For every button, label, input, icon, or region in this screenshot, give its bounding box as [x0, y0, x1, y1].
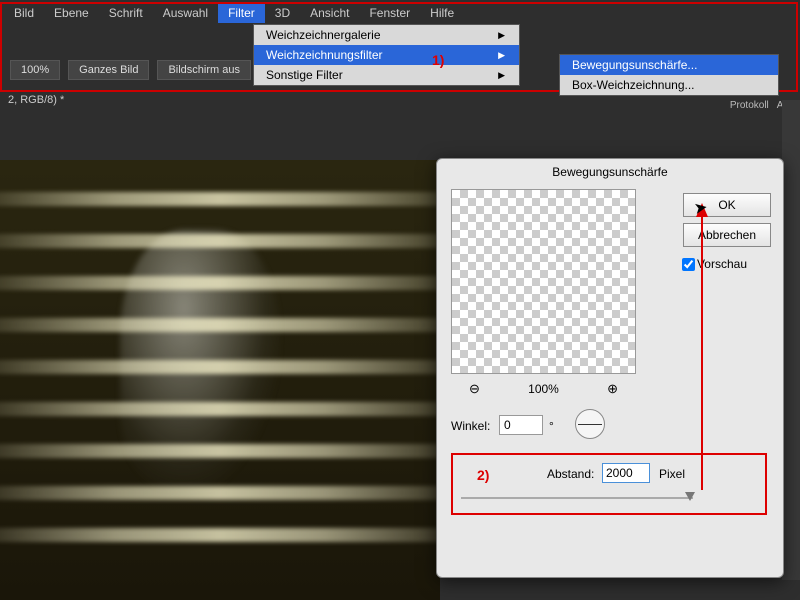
menu-item-sonstige-filter[interactable]: Sonstige Filter ▶: [254, 65, 519, 85]
menu-hilfe[interactable]: Hilfe: [420, 3, 464, 23]
distance-input[interactable]: [602, 463, 650, 483]
options-bar: 100% Ganzes Bild Bildschirm aus: [10, 60, 251, 80]
menu-ebene[interactable]: Ebene: [44, 3, 99, 23]
angle-wheel[interactable]: [575, 409, 605, 439]
menu-item-label: Sonstige Filter: [266, 68, 343, 82]
light-streak: [0, 360, 440, 374]
menu-bar: Bild Ebene Schrift Auswahl Filter 3D Ans…: [0, 2, 800, 24]
menu-item-weichzeichnergalerie[interactable]: Weichzeichnergalerie ▶: [254, 25, 519, 45]
canvas[interactable]: [0, 160, 440, 600]
motion-blur-dialog: Bewegungsunschärfe ⊖ 100% ⊕ Winkel: ° 2)…: [436, 158, 784, 578]
menu-3d[interactable]: 3D: [265, 3, 300, 23]
menu-item-label: Weichzeichnergalerie: [266, 28, 381, 42]
preview-checkbox-label: Vorschau: [697, 257, 747, 271]
light-streak: [0, 486, 440, 500]
fill-screen-button[interactable]: Bildschirm aus: [157, 60, 251, 80]
preview-area[interactable]: [451, 189, 636, 374]
angle-degree-symbol: °: [549, 419, 554, 433]
menu-item-weichzeichnungsfilter[interactable]: Weichzeichnungsfilter ▶: [254, 45, 519, 65]
zoom-in-icon[interactable]: ⊕: [607, 381, 618, 397]
menu-item-label: Weichzeichnungsfilter: [266, 48, 383, 62]
distance-slider-track[interactable]: [461, 497, 693, 499]
distance-slider-thumb[interactable]: [685, 492, 695, 501]
menu-item-label: Box-Weichzeichnung...: [572, 78, 695, 92]
annotation-2: 2): [477, 467, 489, 483]
menu-item-bewegungsunschaerfe[interactable]: Bewegungsunschärfe...: [560, 55, 778, 75]
blur-submenu: Bewegungsunschärfe... Box-Weichzeichnung…: [559, 54, 779, 96]
angle-input[interactable]: [499, 415, 543, 435]
zoom-level-button[interactable]: 100%: [10, 60, 60, 80]
fit-whole-button[interactable]: Ganzes Bild: [68, 60, 149, 80]
preview-zoom-controls: ⊖ 100% ⊕: [451, 381, 636, 397]
menu-item-label: Bewegungsunschärfe...: [572, 58, 697, 72]
angle-label: Winkel:: [451, 419, 490, 433]
zoom-out-icon[interactable]: ⊖: [469, 381, 480, 397]
menu-schrift[interactable]: Schrift: [99, 3, 153, 23]
cancel-button[interactable]: Abbrechen: [683, 223, 771, 247]
submenu-arrow-icon: ▶: [498, 70, 505, 81]
right-dock: [782, 100, 800, 580]
menu-fenster[interactable]: Fenster: [359, 3, 420, 23]
preview-zoom-value: 100%: [528, 382, 559, 396]
menu-auswahl[interactable]: Auswahl: [153, 3, 218, 23]
ok-button[interactable]: OK: [683, 193, 771, 217]
light-streak: [0, 234, 440, 248]
light-streak: [0, 318, 440, 332]
menu-ansicht[interactable]: Ansicht: [300, 3, 359, 23]
light-streak: [0, 528, 440, 542]
preview-checkbox-row[interactable]: Vorschau: [682, 257, 747, 271]
light-streak: [0, 444, 440, 458]
menu-item-box-weichzeichnung[interactable]: Box-Weichzeichnung...: [560, 75, 778, 95]
light-streak: [0, 402, 440, 416]
dialog-title: Bewegungsunschärfe: [437, 159, 783, 185]
submenu-arrow-icon: ▶: [498, 30, 505, 41]
distance-unit: Pixel: [659, 467, 685, 481]
light-streak: [0, 192, 440, 206]
document-tab[interactable]: 2, RGB/8) *: [0, 90, 72, 110]
distance-label: Abstand:: [547, 467, 594, 481]
light-streak: [0, 276, 440, 290]
tab-protokoll[interactable]: Protokoll: [730, 100, 769, 111]
menu-filter[interactable]: Filter: [218, 3, 265, 23]
menu-bild[interactable]: Bild: [4, 3, 44, 23]
filter-menu: Weichzeichnergalerie ▶ Weichzeichnungsfi…: [253, 24, 520, 86]
preview-checkbox[interactable]: [682, 258, 695, 271]
submenu-arrow-icon: ▶: [498, 50, 505, 61]
